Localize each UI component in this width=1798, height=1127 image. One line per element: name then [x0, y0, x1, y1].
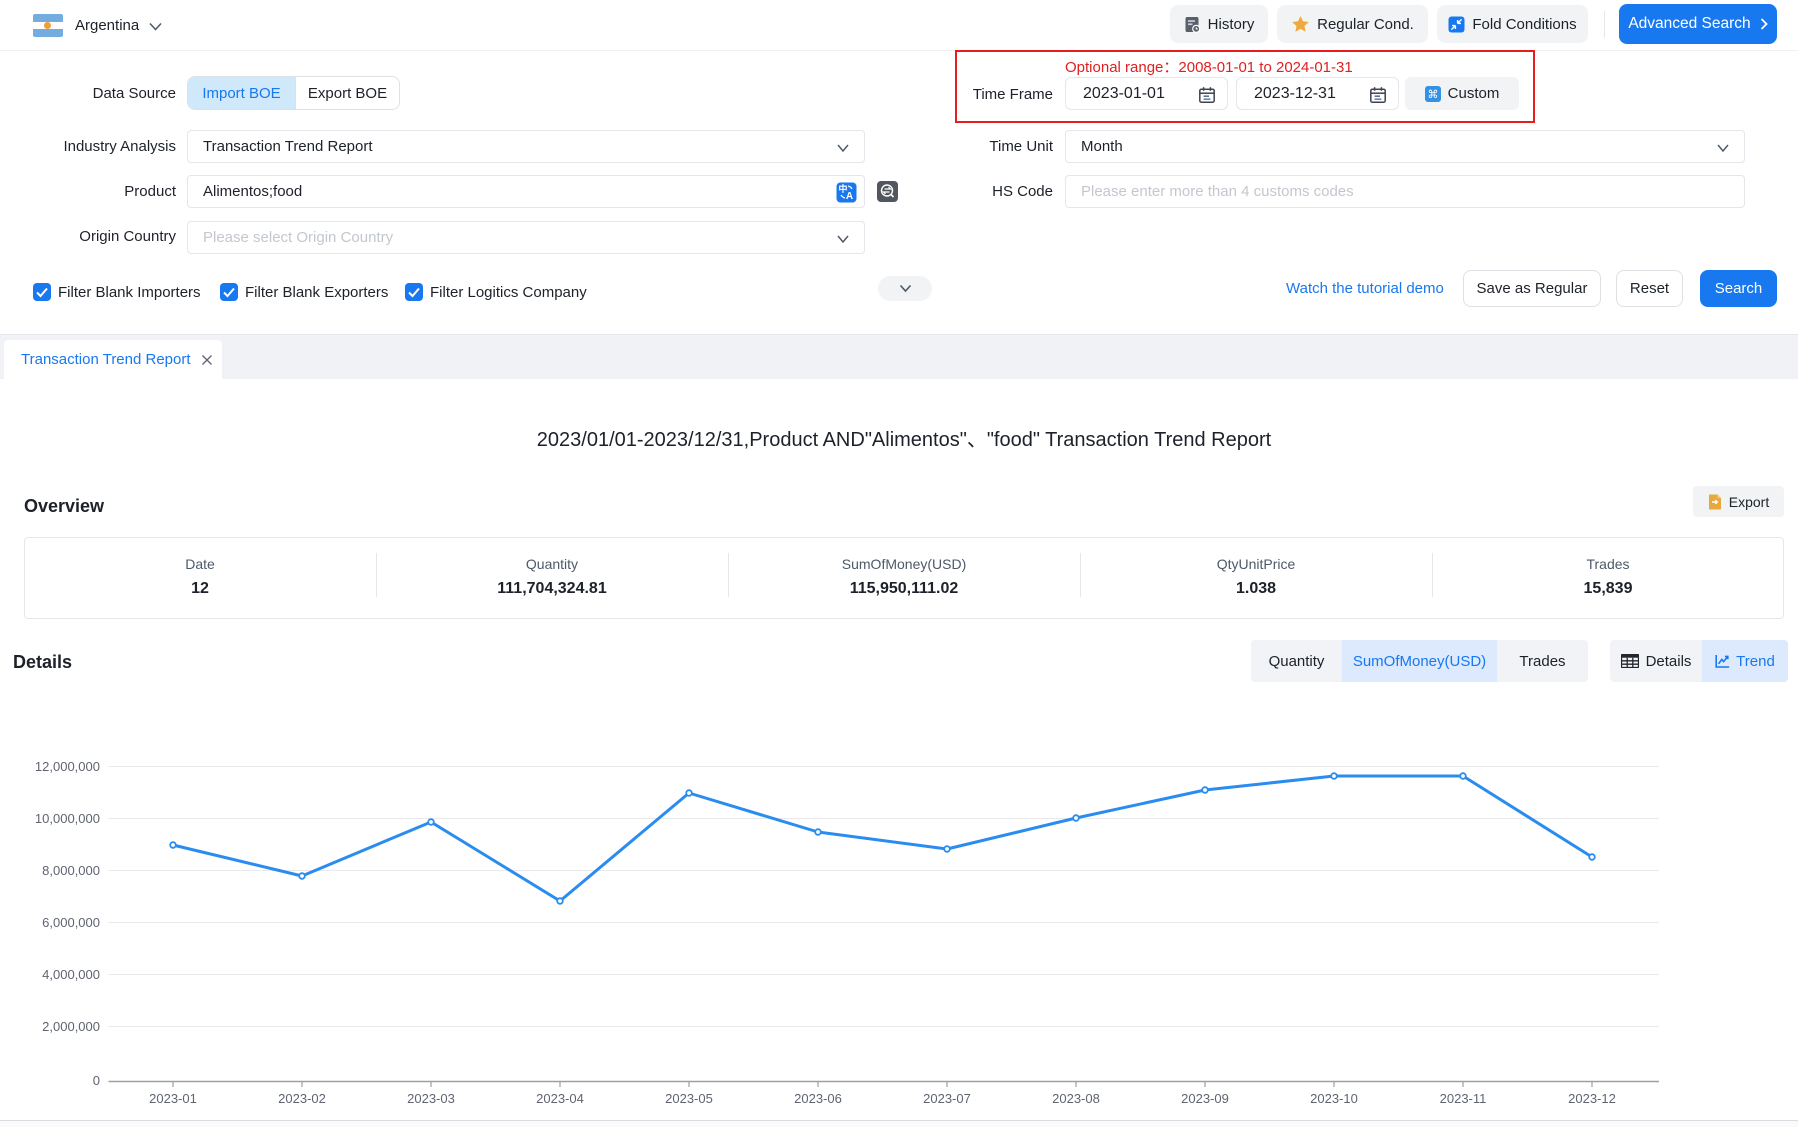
- svg-text:12,000,000: 12,000,000: [35, 759, 100, 774]
- svg-text:2023-05: 2023-05: [665, 1091, 713, 1106]
- svg-text:⌘: ⌘: [1427, 89, 1438, 101]
- svg-text:2023-11: 2023-11: [1440, 1091, 1487, 1106]
- svg-text:6,000,000: 6,000,000: [42, 915, 100, 930]
- svg-text:2023-02: 2023-02: [278, 1091, 326, 1106]
- svg-text:2,000,000: 2,000,000: [42, 1019, 100, 1034]
- svg-text:2023-08: 2023-08: [1052, 1091, 1100, 1106]
- svg-text:2023-10: 2023-10: [1310, 1091, 1358, 1106]
- svg-text:8,000,000: 8,000,000: [42, 863, 100, 878]
- svg-text:10,000,000: 10,000,000: [35, 811, 100, 826]
- svg-text:2023-06: 2023-06: [794, 1091, 842, 1106]
- svg-text:2023-09: 2023-09: [1181, 1091, 1229, 1106]
- svg-text:0: 0: [93, 1073, 100, 1088]
- svg-text:4,000,000: 4,000,000: [42, 967, 100, 982]
- svg-text:2023-04: 2023-04: [536, 1091, 584, 1106]
- svg-text:A: A: [846, 191, 853, 202]
- svg-text:2023-07: 2023-07: [923, 1091, 971, 1106]
- svg-text:2023-03: 2023-03: [407, 1091, 455, 1106]
- svg-text:2023-12: 2023-12: [1568, 1091, 1616, 1106]
- svg-text:2023-01: 2023-01: [149, 1091, 197, 1106]
